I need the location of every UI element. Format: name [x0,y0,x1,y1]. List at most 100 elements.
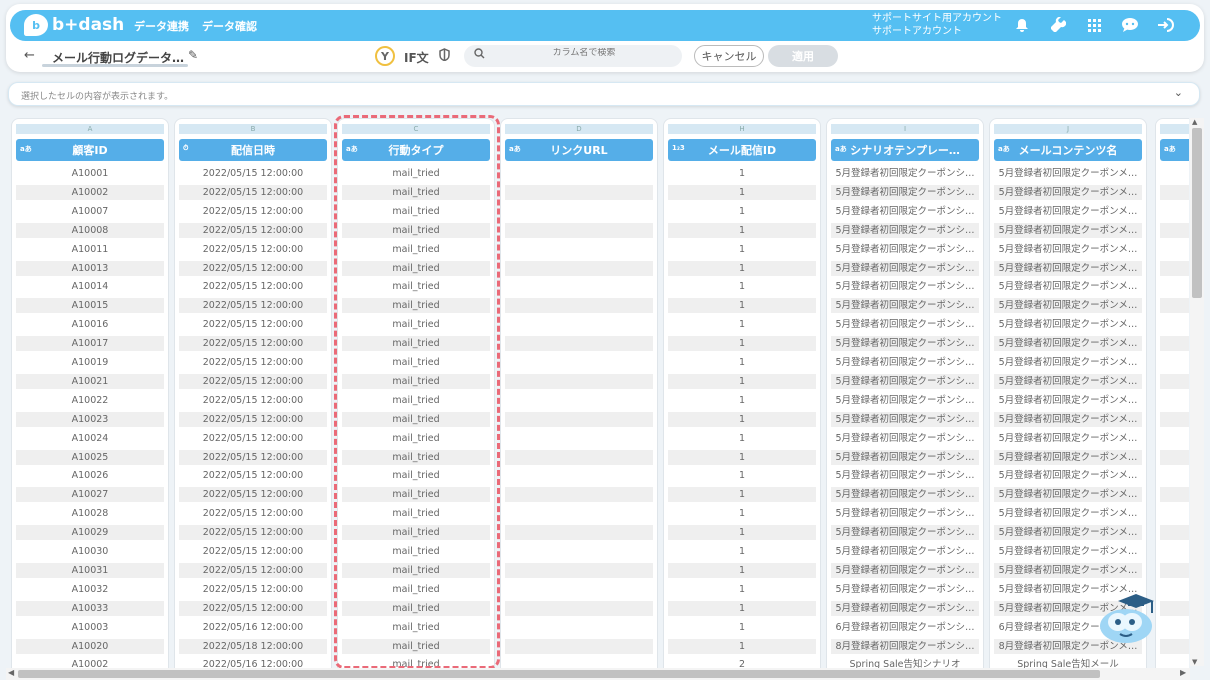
column-letter[interactable]: A [16,124,164,134]
table-cell[interactable]: 2 [668,657,816,668]
column-letter[interactable]: I [831,124,979,134]
table-cell[interactable] [505,411,653,427]
table-cell[interactable]: 2022/05/15 12:00:00 [179,487,327,503]
table-cell[interactable]: Spring Sale告知シナリオ [831,657,979,668]
table-cell[interactable] [505,184,653,200]
table-cell[interactable]: 1 [668,525,816,541]
table-cell[interactable] [505,582,653,597]
table-cell[interactable]: 5月 [1160,506,1189,521]
table-cell[interactable]: 5月登録者初回限定クーポンシ… [831,544,979,559]
table-cell[interactable]: A10020 [16,638,164,654]
table-cell[interactable] [505,487,653,503]
cell-content-bar[interactable]: 選択したセルの内容が表示されます。 ⌄ [8,82,1200,106]
cancel-button[interactable]: キャンセル [694,45,764,67]
table-cell[interactable] [505,431,653,446]
table-cell[interactable]: 5月 [1160,431,1189,446]
table-cell[interactable]: A10026 [16,468,164,483]
table-cell[interactable]: 1 [668,222,816,238]
table-cell[interactable]: mail_tried [342,506,490,521]
table-cell[interactable] [505,242,653,257]
table-cell[interactable]: 2022/05/15 12:00:00 [179,544,327,559]
table-cell[interactable] [505,317,653,332]
table-cell[interactable]: mail_tried [342,184,490,200]
table-cell[interactable]: 5月登録者初回限定クーポンシ… [831,184,979,200]
table-cell[interactable]: A10032 [16,582,164,597]
table-cell[interactable]: 5月登録者初回限定クーポンシ… [831,355,979,370]
table-cell[interactable]: 2022/05/15 12:00:00 [179,506,327,521]
table-cell[interactable]: 1 [668,544,816,559]
table-cell[interactable]: 1 [668,582,816,597]
table-cell[interactable]: 2022/05/15 12:00:00 [179,600,327,616]
table-cell[interactable]: 5月登録者初回限定クーポンシ… [831,279,979,294]
table-cell[interactable]: 1 [668,184,816,200]
table-cell[interactable]: 1 [668,242,816,257]
table-cell[interactable]: 5月 [1160,373,1189,389]
table-cell[interactable]: A10013 [16,260,164,276]
table-cell[interactable]: 1 [668,204,816,219]
table-cell[interactable]: A10023 [16,411,164,427]
table-cell[interactable]: A10007 [16,204,164,219]
table-cell[interactable]: 5月登録者初回限定クーポンメ… [994,506,1142,521]
apps-grid-icon[interactable] [1084,15,1104,35]
table-cell[interactable]: 5月登録者初回限定クーポンメ… [994,562,1142,578]
table-cell[interactable]: 5月登録者初回限定クーポンメ… [994,355,1142,370]
table-cell[interactable]: 5月登録者初回限定クーポンシ… [831,487,979,503]
table-cell[interactable]: 2022/05/15 12:00:00 [179,468,327,483]
table-cell[interactable]: A10021 [16,373,164,389]
table-cell[interactable]: A10030 [16,544,164,559]
table-cell[interactable]: 2022/05/15 12:00:00 [179,184,327,200]
table-cell[interactable]: 1 [668,373,816,389]
table-cell[interactable]: 2022/05/15 12:00:00 [179,279,327,294]
table-cell[interactable]: mail_tried [342,317,490,332]
table-cell[interactable]: 5月 [1160,487,1189,503]
table-cell[interactable]: 5月登録者初回限定クーポンシ… [831,431,979,446]
scroll-down-icon[interactable]: ▼ [1192,658,1197,666]
nav-data-integration[interactable]: データ連携 [134,18,189,34]
table-cell[interactable]: 5月 [1160,204,1189,219]
table-cell[interactable]: 2022/05/15 12:00:00 [179,242,327,257]
table-cell[interactable] [505,279,653,294]
table-cell[interactable]: 5月 [1160,317,1189,332]
table-cell[interactable] [505,298,653,314]
table-cell[interactable] [505,260,653,276]
table-cell[interactable]: 2022/05/15 12:00:00 [179,449,327,465]
column-header[interactable]: aあ シナリオテンプレー… [831,139,979,161]
table-cell[interactable]: 1 [668,431,816,446]
nav-data-confirm[interactable]: データ確認 [202,18,257,34]
table-cell[interactable]: 5月登録者初回限定クーポンシ… [831,336,979,352]
table-cell[interactable]: A10015 [16,298,164,314]
table-cell[interactable]: 2022/05/15 12:00:00 [179,298,327,314]
table-cell[interactable]: 5月登録者初回限定クーポンシ… [831,204,979,219]
table-cell[interactable]: mail_tried [342,468,490,483]
table-cell[interactable]: mail_tried [342,336,490,352]
apply-button[interactable]: 適用 [768,45,838,67]
vertical-scroll-thumb[interactable] [1192,128,1202,298]
table-cell[interactable]: 5月登録者初回限定クーポンシ… [831,600,979,616]
column-header[interactable]: aあ リンクURL [505,139,653,161]
table-cell[interactable]: mail_tried [342,260,490,276]
table-cell[interactable]: 5月 [1160,600,1189,616]
table-cell[interactable]: mail_tried [342,525,490,541]
table-cell[interactable]: 5月 [1160,242,1189,257]
table-cell[interactable]: 1 [668,393,816,408]
table-cell[interactable]: 5月登録者初回限定クーポンメ… [994,544,1142,559]
column-letter[interactable]: H [668,124,816,134]
table-cell[interactable]: 2022/05/18 12:00:00 [179,638,327,654]
table-cell[interactable]: mail_tried [342,222,490,238]
table-cell[interactable]: 2022/05/15 12:00:00 [179,166,327,181]
table-cell[interactable]: 5月登録者初回限定クーポンシ… [831,525,979,541]
table-cell[interactable]: 2022/05/15 12:00:00 [179,222,327,238]
table-cell[interactable]: mail_tried [342,279,490,294]
table-cell[interactable]: mail_tried [342,449,490,465]
table-cell[interactable]: 2022/05/15 12:00:00 [179,336,327,352]
column-letter[interactable] [1160,124,1189,134]
table-cell[interactable]: 5月登録者初回限定クーポンシ… [831,242,979,257]
table-cell[interactable]: 5月登録者初回限定クーポンシ… [831,166,979,181]
table-cell[interactable]: mail_tried [342,166,490,181]
table-cell[interactable] [505,638,653,654]
table-cell[interactable]: mail_tried [342,582,490,597]
table-cell[interactable] [505,166,653,181]
table-cell[interactable]: mail_tried [342,657,490,668]
table-cell[interactable]: 5月登録者初回限定クーポンメ… [994,242,1142,257]
column-header[interactable]: aあ メールコンテンツ名 [994,139,1142,161]
